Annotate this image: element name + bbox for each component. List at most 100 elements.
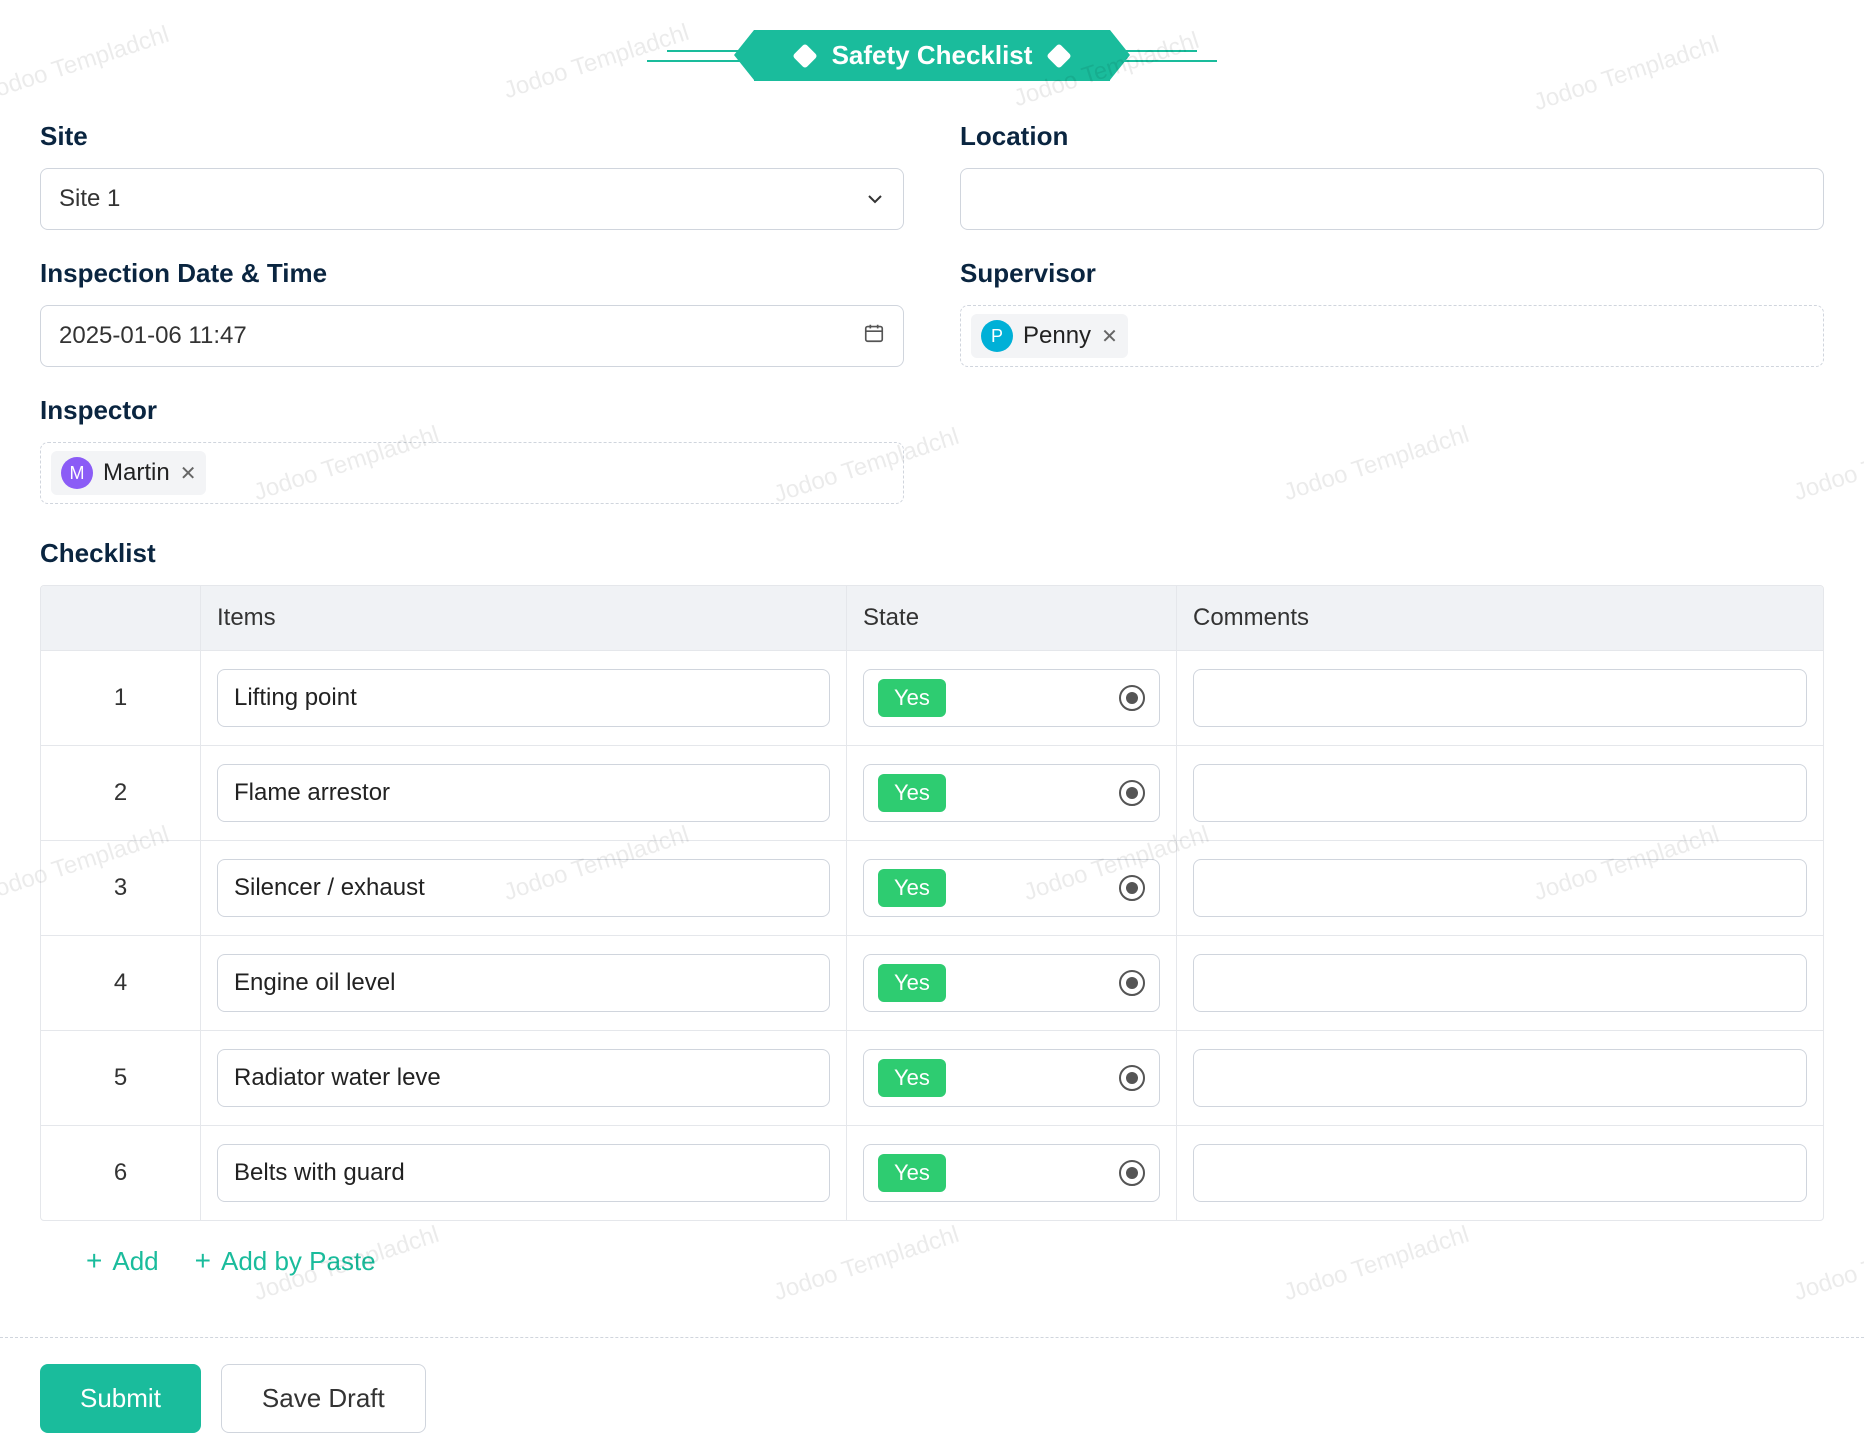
header-banner: Safety Checklist [40, 30, 1824, 81]
state-select[interactable]: Yes [863, 1144, 1160, 1202]
state-select[interactable]: Yes [863, 954, 1160, 1012]
table-row: 5 Radiator water leve Yes [41, 1031, 1823, 1126]
state-cell: Yes [847, 1126, 1177, 1220]
state-cell: Yes [847, 841, 1177, 936]
table-row: 6 Belts with guard Yes [41, 1126, 1823, 1220]
add-by-paste-button[interactable]: + Add by Paste [195, 1245, 376, 1277]
site-label: Site [40, 121, 904, 152]
add-label: Add [112, 1246, 158, 1277]
state-tag: Yes [878, 774, 946, 812]
th-comments: Comments [1177, 586, 1823, 651]
avatar: M [61, 457, 93, 489]
comment-cell [1177, 841, 1823, 936]
th-items: Items [201, 586, 847, 651]
comment-cell [1177, 746, 1823, 841]
th-num [41, 586, 201, 651]
comment-cell [1177, 651, 1823, 746]
diamond-icon [792, 43, 817, 68]
inspector-label: Inspector [40, 395, 904, 426]
supervisor-chip: P Penny ✕ [971, 314, 1128, 358]
item-input[interactable]: Lifting point [217, 669, 830, 727]
item-cell: Flame arrestor [201, 746, 847, 841]
table-header: Items State Comments [41, 586, 1823, 651]
state-cell: Yes [847, 936, 1177, 1031]
submit-button[interactable]: Submit [40, 1364, 201, 1433]
th-state: State [847, 586, 1177, 651]
supervisor-field[interactable]: P Penny ✕ [960, 305, 1824, 367]
page-title: Safety Checklist [832, 40, 1033, 71]
inspection-date-label: Inspection Date & Time [40, 258, 904, 289]
avatar: P [981, 320, 1013, 352]
radio-icon [1119, 780, 1145, 806]
state-select[interactable]: Yes [863, 764, 1160, 822]
radio-icon [1119, 1065, 1145, 1091]
state-select[interactable]: Yes [863, 669, 1160, 727]
item-cell: Radiator water leve [201, 1031, 847, 1126]
state-select[interactable]: Yes [863, 859, 1160, 917]
comment-input[interactable] [1193, 1144, 1807, 1202]
item-cell: Engine oil level [201, 936, 847, 1031]
comment-input[interactable] [1193, 764, 1807, 822]
inspection-date-value: 2025-01-06 11:47 [59, 322, 247, 350]
item-input[interactable]: Belts with guard [217, 1144, 830, 1202]
calendar-icon [863, 322, 885, 351]
row-number: 5 [41, 1031, 201, 1126]
row-number: 4 [41, 936, 201, 1031]
supervisor-name: Penny [1023, 322, 1091, 350]
comment-input[interactable] [1193, 859, 1807, 917]
location-label: Location [960, 121, 1824, 152]
inspector-field[interactable]: M Martin ✕ [40, 442, 904, 504]
site-value: Site 1 [59, 185, 120, 213]
table-row: 1 Lifting point Yes [41, 651, 1823, 746]
table-row: 2 Flame arrestor Yes [41, 746, 1823, 841]
state-tag: Yes [878, 869, 946, 907]
site-select[interactable]: Site 1 [40, 168, 904, 230]
remove-chip-icon[interactable]: ✕ [1101, 324, 1118, 349]
plus-icon: + [195, 1245, 211, 1277]
add-paste-label: Add by Paste [221, 1246, 376, 1277]
state-select[interactable]: Yes [863, 1049, 1160, 1107]
comment-input[interactable] [1193, 1049, 1807, 1107]
item-input[interactable]: Engine oil level [217, 954, 830, 1012]
row-number: 3 [41, 841, 201, 936]
banner-decor-left [647, 50, 742, 62]
diamond-icon [1047, 43, 1072, 68]
radio-icon [1119, 970, 1145, 996]
row-number: 6 [41, 1126, 201, 1220]
banner-ribbon: Safety Checklist [754, 30, 1111, 81]
plus-icon: + [86, 1245, 102, 1277]
item-cell: Lifting point [201, 651, 847, 746]
banner-decor-right [1122, 50, 1217, 62]
row-number: 1 [41, 651, 201, 746]
save-draft-button[interactable]: Save Draft [221, 1364, 426, 1433]
item-input[interactable]: Flame arrestor [217, 764, 830, 822]
state-tag: Yes [878, 679, 946, 717]
comment-cell [1177, 936, 1823, 1031]
row-number: 2 [41, 746, 201, 841]
inspector-chip: M Martin ✕ [51, 451, 206, 495]
item-cell: Silencer / exhaust [201, 841, 847, 936]
state-cell: Yes [847, 651, 1177, 746]
table-row: 3 Silencer / exhaust Yes [41, 841, 1823, 936]
add-row-button[interactable]: + Add [86, 1245, 159, 1277]
inspection-date-input[interactable]: 2025-01-06 11:47 [40, 305, 904, 367]
comment-input[interactable] [1193, 954, 1807, 1012]
item-input[interactable]: Silencer / exhaust [217, 859, 830, 917]
location-input[interactable] [960, 168, 1824, 230]
radio-icon [1119, 1160, 1145, 1186]
radio-icon [1119, 875, 1145, 901]
comment-cell [1177, 1031, 1823, 1126]
table-row: 4 Engine oil level Yes [41, 936, 1823, 1031]
item-cell: Belts with guard [201, 1126, 847, 1220]
state-tag: Yes [878, 1154, 946, 1192]
comment-cell [1177, 1126, 1823, 1220]
comment-input[interactable] [1193, 669, 1807, 727]
inspector-name: Martin [103, 459, 170, 487]
state-cell: Yes [847, 1031, 1177, 1126]
remove-chip-icon[interactable]: ✕ [180, 461, 197, 486]
state-tag: Yes [878, 1059, 946, 1097]
radio-icon [1119, 685, 1145, 711]
checklist-label: Checklist [40, 538, 1824, 569]
item-input[interactable]: Radiator water leve [217, 1049, 830, 1107]
state-cell: Yes [847, 746, 1177, 841]
